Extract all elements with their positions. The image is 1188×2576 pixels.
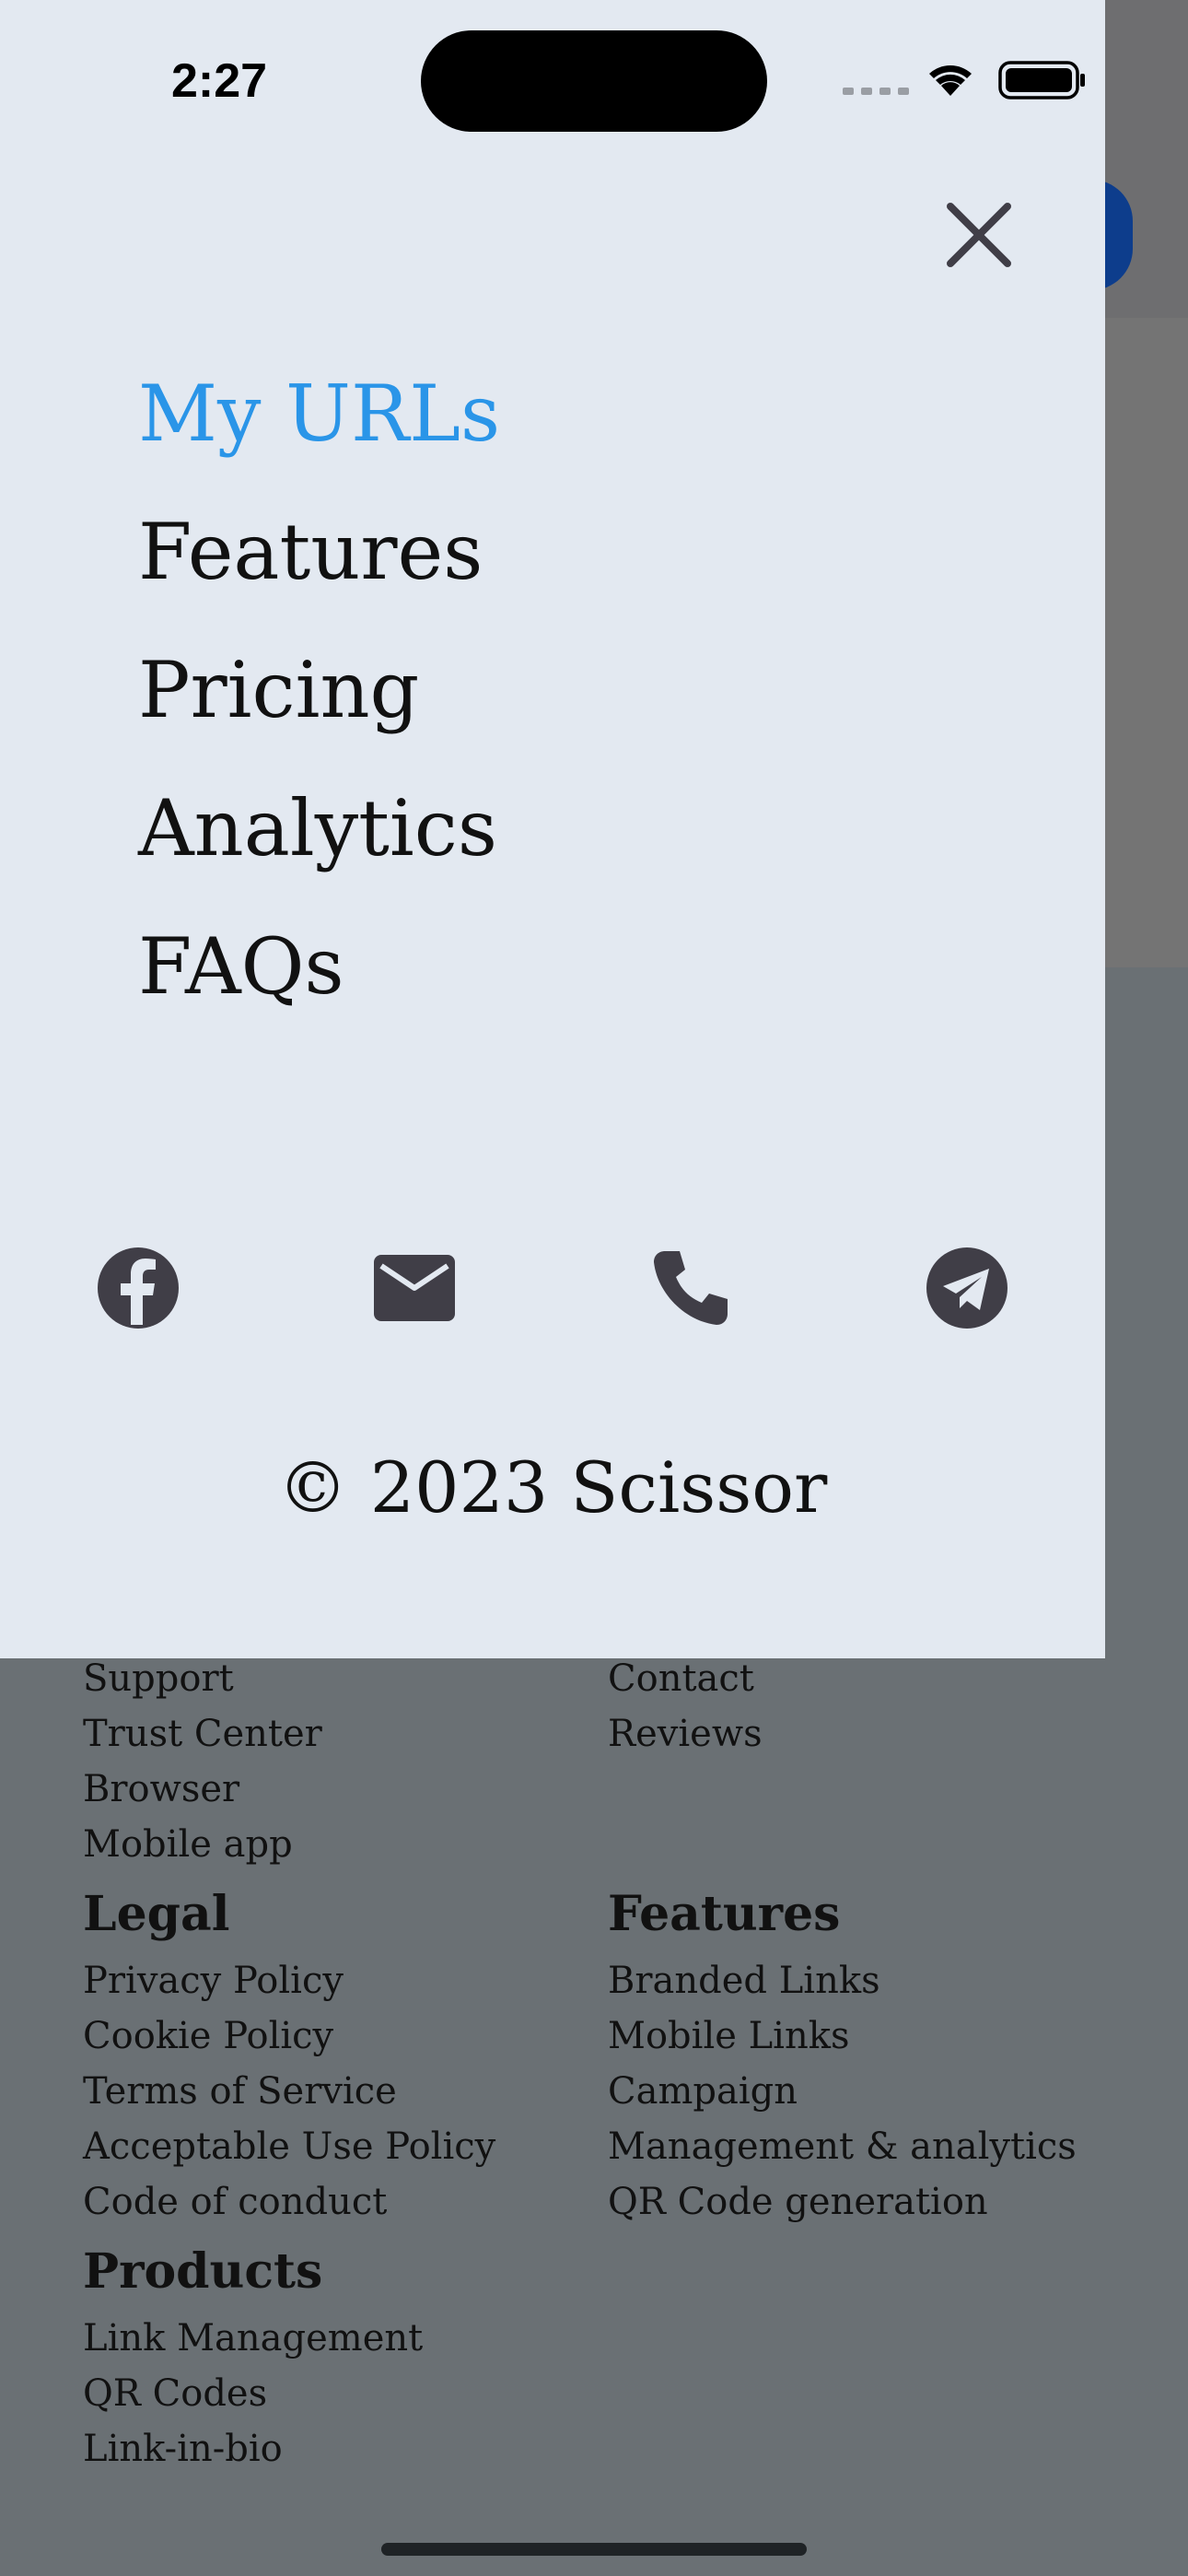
footer-link[interactable]: Acceptable Use Policy <box>83 2119 495 2174</box>
close-icon[interactable] <box>939 195 1019 275</box>
home-indicator[interactable] <box>381 2543 807 2556</box>
facebook-icon[interactable] <box>94 1244 182 1332</box>
footer-heading-products: Products <box>83 2243 323 2300</box>
footer-link[interactable]: Link-in-bio <box>83 2421 495 2476</box>
footer-link[interactable]: Support <box>83 1651 495 1706</box>
nav-item-pricing[interactable]: Pricing <box>138 645 419 735</box>
footer-link[interactable]: Browser <box>83 1762 495 1817</box>
footer-link[interactable]: Reviews <box>608 1706 1077 1762</box>
cellular-signal-icon <box>843 88 909 95</box>
mail-icon[interactable] <box>370 1244 459 1332</box>
footer-link[interactable]: Management & analytics <box>608 2119 1077 2174</box>
footer-link[interactable]: Mobile app <box>83 1817 495 1872</box>
nav-item-features[interactable]: Features <box>138 507 483 597</box>
nav-drawer: 2:27 My URLs Features Pricing Analytics … <box>0 0 1105 1658</box>
footer-link[interactable]: Terms of Service <box>83 2064 495 2119</box>
footer-link[interactable]: Link Management <box>83 2311 495 2366</box>
wifi-icon <box>929 65 972 96</box>
footer-link[interactable]: Contact <box>608 1651 1077 1706</box>
footer-link[interactable]: Trust Center <box>83 1706 495 1762</box>
footer-link[interactable]: Cookie Policy <box>83 2008 495 2064</box>
footer-link[interactable]: Mobile Links <box>608 2008 1077 2064</box>
footer-link[interactable]: Code of conduct <box>83 2174 495 2230</box>
copyright-text: © 2023 Scissor <box>277 1446 828 1528</box>
nav-item-faqs[interactable]: FAQs <box>138 921 344 1012</box>
footer-link[interactable]: QR Code generation <box>608 2174 1077 2230</box>
footer-column-left: Support Trust Center Browser Mobile app … <box>83 1651 495 2476</box>
footer-link[interactable]: Branded Links <box>608 1953 1077 2008</box>
telegram-icon[interactable] <box>923 1244 1011 1332</box>
footer-column-right: Contact Reviews Features Branded Links M… <box>608 1651 1077 2230</box>
nav-item-analytics[interactable]: Analytics <box>138 783 497 873</box>
footer-link[interactable]: Privacy Policy <box>83 1953 495 2008</box>
dynamic-island <box>421 30 767 132</box>
status-time: 2:27 <box>171 54 268 108</box>
phone-icon[interactable] <box>646 1244 735 1332</box>
nav-item-my-urls[interactable]: My URLs <box>138 369 500 459</box>
footer-heading-features: Features <box>608 1886 841 1942</box>
footer-link[interactable]: QR Codes <box>83 2366 495 2421</box>
footer-link[interactable]: Campaign <box>608 2064 1077 2119</box>
status-icons <box>843 61 1085 100</box>
footer-heading-legal: Legal <box>83 1886 230 1942</box>
battery-icon <box>998 61 1085 100</box>
